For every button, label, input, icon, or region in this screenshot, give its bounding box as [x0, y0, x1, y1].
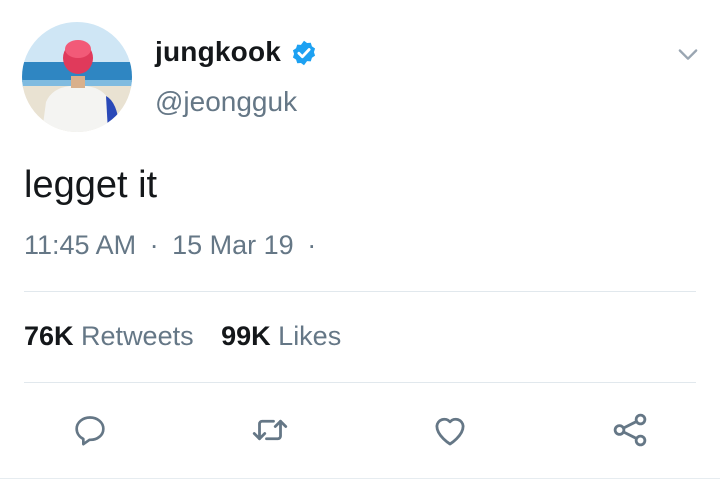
- retweets-label: Retweets: [81, 321, 194, 351]
- retweets-stat[interactable]: 76K Retweets: [24, 321, 201, 351]
- divider-top: [24, 291, 696, 292]
- retweets-count: 76K: [24, 321, 74, 351]
- share-icon: [613, 413, 647, 447]
- display-name[interactable]: jungkook: [155, 36, 281, 68]
- like-button[interactable]: [428, 408, 472, 452]
- retweet-icon: [252, 419, 288, 441]
- retweet-button[interactable]: [248, 408, 292, 452]
- heart-icon: [435, 417, 465, 446]
- bottom-border: [0, 478, 720, 479]
- user-handle[interactable]: @jeongguk: [155, 86, 297, 118]
- tweet-timestamp[interactable]: 11:45 AM · 15 Mar 19 ·: [24, 230, 316, 261]
- share-button[interactable]: [608, 408, 652, 452]
- tweet-date: 15 Mar 19: [172, 230, 294, 260]
- meta-separator-trailing: ·: [307, 230, 317, 260]
- reply-icon: [75, 416, 105, 446]
- tweet-text: legget it: [24, 164, 158, 206]
- reply-button[interactable]: [68, 408, 112, 452]
- meta-separator: ·: [149, 230, 159, 260]
- divider-bottom: [24, 382, 696, 383]
- chevron-down-icon[interactable]: [674, 40, 702, 68]
- likes-count: 99K: [221, 321, 271, 351]
- avatar[interactable]: [22, 22, 132, 132]
- verified-badge-icon: [292, 40, 316, 66]
- likes-label: Likes: [278, 321, 342, 351]
- likes-stat[interactable]: 99K Likes: [221, 321, 341, 351]
- engagement-stats: 76K Retweets 99K Likes: [24, 321, 341, 352]
- tweet-time: 11:45 AM: [24, 230, 137, 260]
